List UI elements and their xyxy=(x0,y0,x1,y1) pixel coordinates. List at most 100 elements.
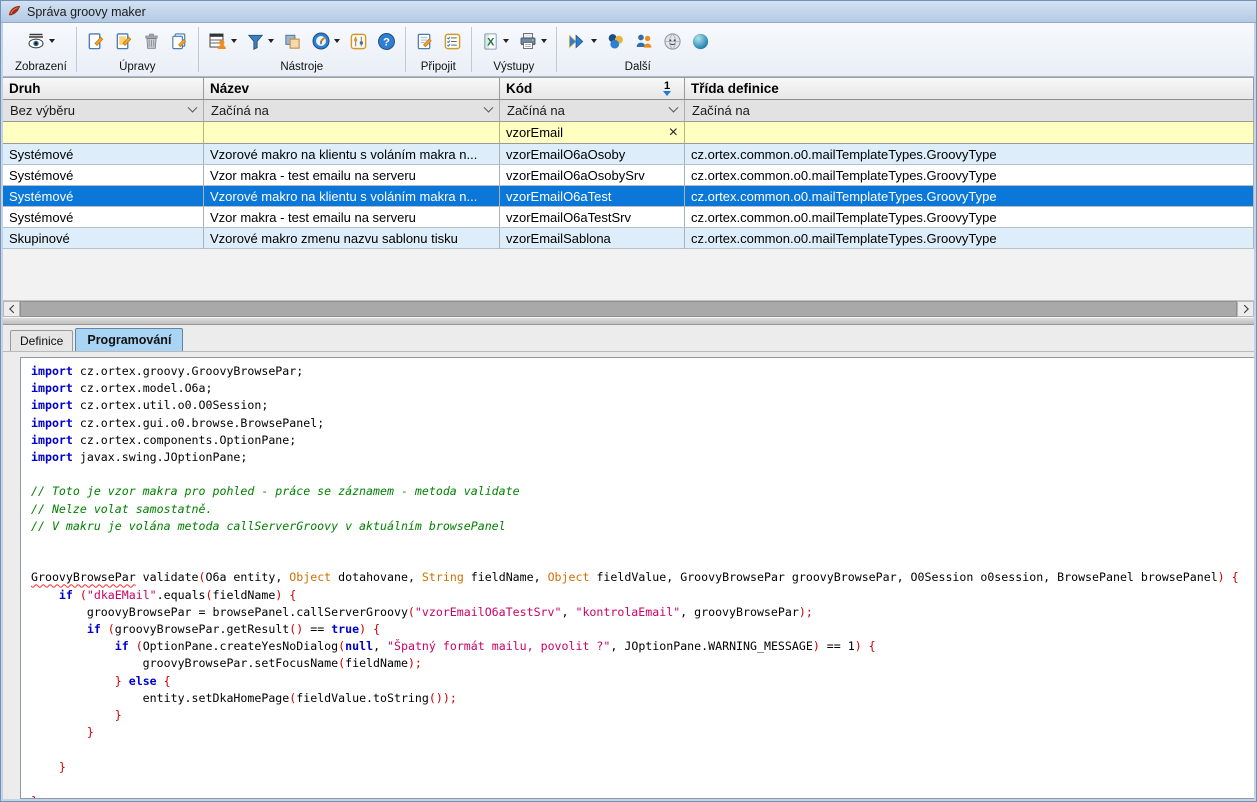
table-cell[interactable]: Vzorové makro na klientu s voláním makra… xyxy=(204,144,500,165)
horizontal-scrollbar[interactable] xyxy=(3,300,1254,317)
attach-note-button[interactable] xyxy=(415,32,434,51)
table-cell[interactable]: vzorEmailO6aTestSrv xyxy=(500,207,685,228)
tab-definice[interactable]: Definice xyxy=(10,330,73,351)
tuning-sliders-icon xyxy=(349,32,368,51)
code-line: groovyBrowsePar.setFocusName(fieldName); xyxy=(31,655,1254,672)
excel-export-icon: X xyxy=(481,32,500,51)
code-line xyxy=(31,552,1254,569)
sort-indicator: 1 xyxy=(663,81,671,96)
dropdown-arrow-icon[interactable] xyxy=(541,39,547,43)
table-cell[interactable]: Vzorové makro na klientu s voláním makra… xyxy=(204,186,500,207)
code-line: import cz.ortex.components.OptionPane; xyxy=(31,432,1254,449)
copy-record-button[interactable] xyxy=(170,32,189,51)
table-row[interactable]: SkupinovéVzorové makro zmenu nazvu sablo… xyxy=(3,228,1254,249)
toolbar-group-nastroje: ? Nástroje xyxy=(200,24,404,75)
tuning-button[interactable] xyxy=(349,32,368,51)
scrollbar-thumb[interactable] xyxy=(20,301,1237,317)
table-cell[interactable]: vzorEmailO6aTest xyxy=(500,186,685,207)
search-input-nazev[interactable] xyxy=(204,122,500,143)
code-line: if (groovyBrowsePar.getResult() == true)… xyxy=(31,621,1254,638)
table-row[interactable]: SystémovéVzor makra - test emailu na ser… xyxy=(3,165,1254,186)
table-cell[interactable]: Systémové xyxy=(3,207,204,228)
chevron-right-icon xyxy=(1240,305,1248,313)
column-header-druh[interactable]: Druh xyxy=(3,78,204,99)
code-line: GroovyBrowsePar validate(O6a entity, Obj… xyxy=(31,569,1254,586)
table-cell[interactable]: Skupinové xyxy=(3,228,204,249)
splitter-handle[interactable] xyxy=(3,317,1254,325)
color-balls-button[interactable] xyxy=(606,32,625,51)
edit-record-button[interactable] xyxy=(114,32,133,51)
table-cell[interactable]: Vzor makra - test emailu na serveru xyxy=(204,207,500,228)
code-editor-content[interactable]: import cz.ortex.groovy.GroovyBrowsePar;i… xyxy=(20,357,1254,799)
column-header-nazev[interactable]: Název xyxy=(204,78,500,99)
table-cell[interactable]: Systémové xyxy=(3,186,204,207)
table-row[interactable]: SystémovéVzorové makro na klientu s volá… xyxy=(3,144,1254,165)
dropdown-arrow-icon[interactable] xyxy=(334,39,340,43)
column-header-trida-definice[interactable]: Třída definice xyxy=(685,78,1254,99)
more-chevrons-icon xyxy=(566,32,588,51)
code-line: groovyBrowsePar = browsePanel.callServer… xyxy=(31,604,1254,621)
table-cell[interactable]: cz.ortex.common.o0.mailTemplateTypes.Gro… xyxy=(685,165,1254,186)
users-button[interactable] xyxy=(634,32,654,51)
app-logo-icon xyxy=(7,3,22,21)
toolbar-separator xyxy=(556,27,557,72)
dropdown-arrow-icon[interactable] xyxy=(503,39,509,43)
table-cell[interactable]: vzorEmailO6aOsoby xyxy=(500,144,685,165)
sphere-icon xyxy=(691,32,710,51)
table-cell[interactable]: Vzorové makro zmenu nazvu sablonu tisku xyxy=(204,228,500,249)
search-input-trida[interactable] xyxy=(685,122,1254,143)
code-line: import cz.ortex.util.o0.O0Session; xyxy=(31,397,1254,414)
scroll-left-button[interactable] xyxy=(3,301,20,317)
browse-settings-button[interactable] xyxy=(208,31,237,51)
clear-filter-icon[interactable]: × xyxy=(669,125,678,141)
search-input-kod[interactable]: vzorEmail × xyxy=(500,122,685,143)
code-line: entity.setDkaHomePage(fieldValue.toStrin… xyxy=(31,690,1254,707)
scroll-right-button[interactable] xyxy=(1237,301,1254,317)
excel-export-button[interactable]: X xyxy=(481,32,509,51)
users-icon xyxy=(634,32,654,51)
table-cell[interactable]: Vzor makra - test emailu na serveru xyxy=(204,165,500,186)
filter-combo-druh[interactable]: Bez výběru xyxy=(3,100,204,121)
layers-button[interactable] xyxy=(283,32,302,51)
table-cell[interactable]: cz.ortex.common.o0.mailTemplateTypes.Gro… xyxy=(685,228,1254,249)
toolbar-group-label: Úpravy xyxy=(119,61,155,74)
dropdown-arrow-icon[interactable] xyxy=(591,39,597,43)
code-line: } xyxy=(31,724,1254,741)
grid-filter-row: Bez výběru Začíná na Začíná na Začíná na xyxy=(3,100,1254,122)
new-record-icon xyxy=(86,32,105,51)
globe-face-button[interactable] xyxy=(663,32,682,51)
more-actions-button[interactable] xyxy=(566,32,597,51)
help-button[interactable]: ? xyxy=(377,32,396,51)
table-cell[interactable]: cz.ortex.common.o0.mailTemplateTypes.Gro… xyxy=(685,207,1254,228)
table-cell[interactable]: Systémové xyxy=(3,144,204,165)
print-button[interactable] xyxy=(518,31,547,51)
filter-combo-nazev[interactable]: Začíná na xyxy=(204,100,500,121)
table-cell[interactable]: Systémové xyxy=(3,165,204,186)
table-cell[interactable]: cz.ortex.common.o0.mailTemplateTypes.Gro… xyxy=(685,186,1254,207)
delete-record-button[interactable] xyxy=(142,32,161,51)
tab-programovani[interactable]: Programování xyxy=(75,328,183,351)
table-cell[interactable]: vzorEmailO6aOsobySrv xyxy=(500,165,685,186)
table-cell[interactable]: cz.ortex.common.o0.mailTemplateTypes.Gro… xyxy=(685,144,1254,165)
scheduler-button[interactable] xyxy=(311,31,340,51)
checklist-button[interactable] xyxy=(443,32,462,51)
results-grid: Druh Název Kód 1 Třída definice Bez výbě… xyxy=(3,77,1254,300)
toolbar-group-zobrazeni: Zobrazení xyxy=(7,24,75,75)
dropdown-arrow-icon[interactable] xyxy=(268,39,274,43)
filter-combo-trida[interactable]: Začíná na xyxy=(685,100,1254,121)
table-row[interactable]: SystémovéVzorové makro na klientu s volá… xyxy=(3,186,1254,207)
help-icon: ? xyxy=(377,32,396,51)
dropdown-arrow-icon[interactable] xyxy=(231,39,237,43)
new-record-button[interactable] xyxy=(86,32,105,51)
filter-button[interactable] xyxy=(246,32,274,51)
print-icon xyxy=(518,31,538,51)
search-input-druh[interactable] xyxy=(3,122,204,143)
toolbar-separator xyxy=(405,27,406,72)
sphere-button[interactable] xyxy=(691,32,710,51)
view-eye-button[interactable] xyxy=(26,31,55,51)
dropdown-arrow-icon[interactable] xyxy=(49,39,55,43)
table-row[interactable]: SystémovéVzor makra - test emailu na ser… xyxy=(3,207,1254,228)
filter-combo-kod[interactable]: Začíná na xyxy=(500,100,685,121)
column-header-kod[interactable]: Kód 1 xyxy=(500,78,685,99)
table-cell[interactable]: vzorEmailSablona xyxy=(500,228,685,249)
